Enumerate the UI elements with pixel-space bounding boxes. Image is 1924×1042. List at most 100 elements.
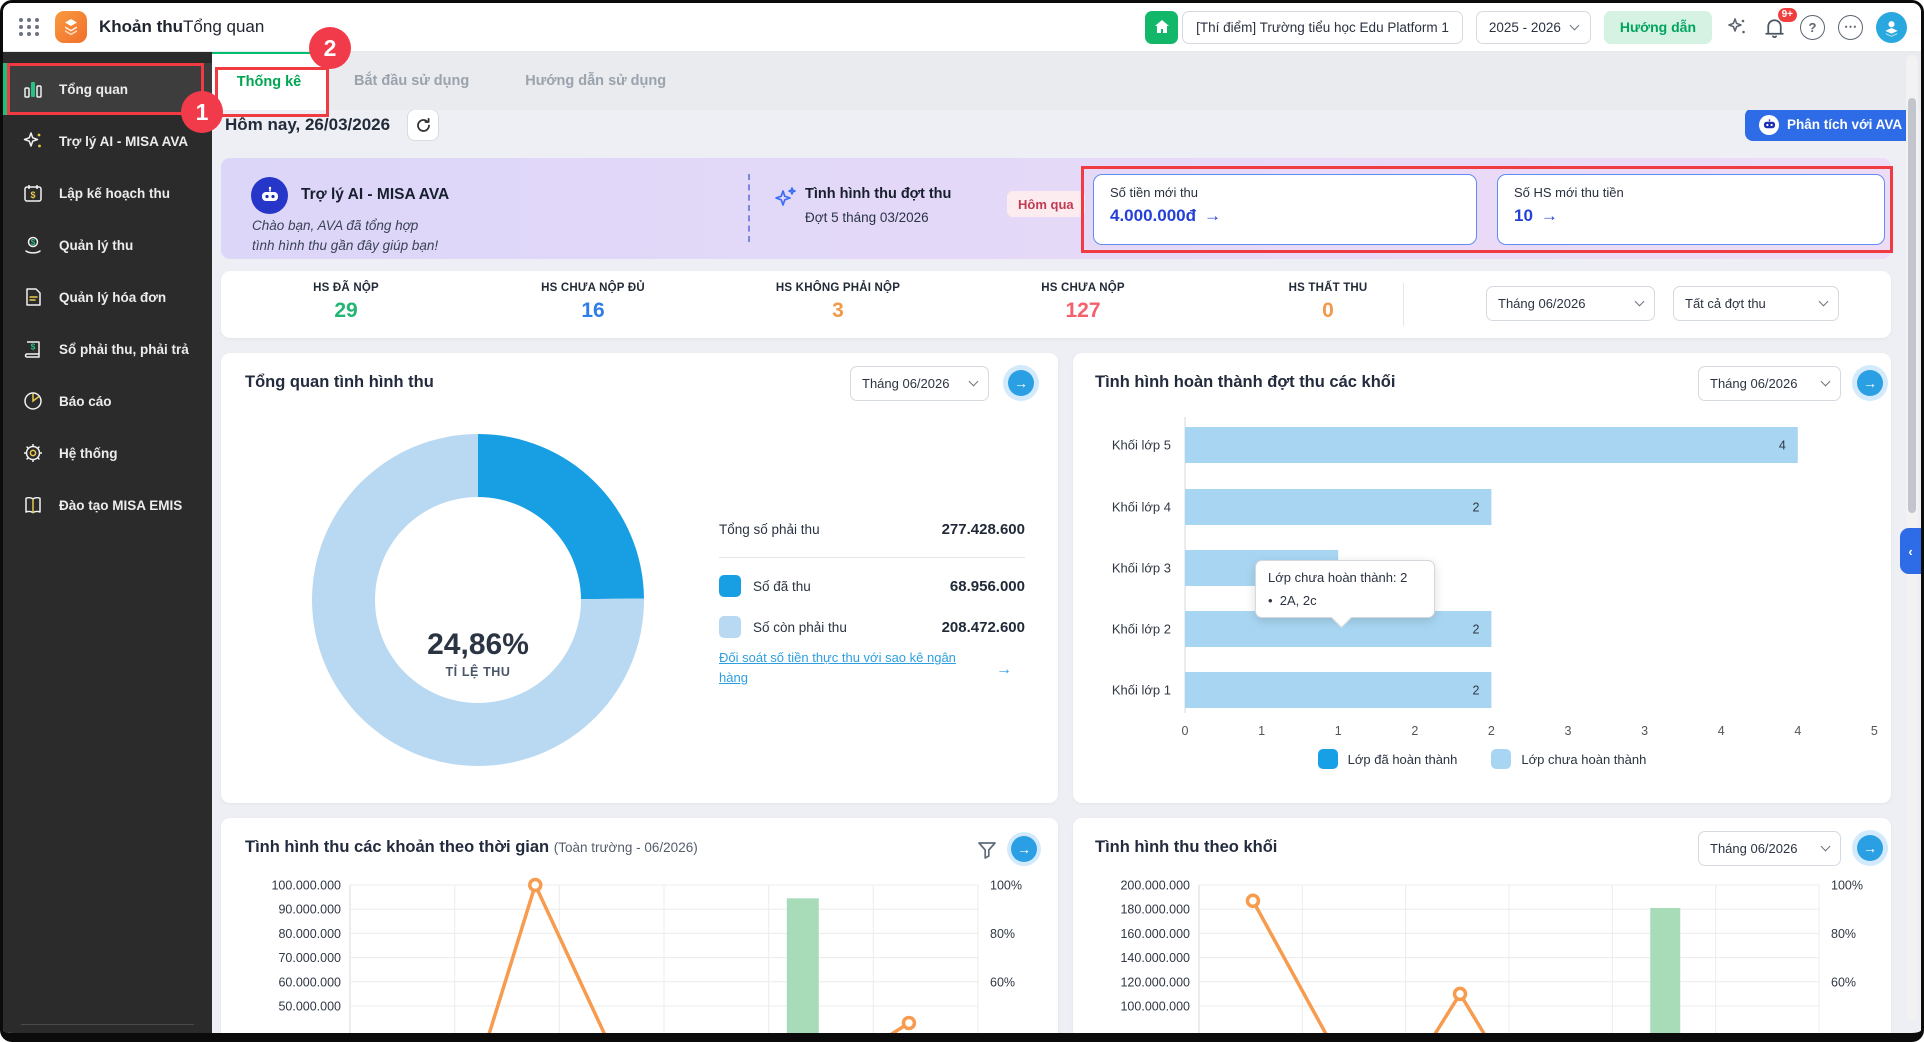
collapse-panel-tab[interactable]: ‹: [1900, 528, 1921, 574]
more-icon[interactable]: ⋯: [1838, 15, 1863, 40]
grade-chart-card: Tình hình thu theo khối Tháng 06/2026 → …: [1073, 818, 1891, 1042]
page-title: Tổng quan: [183, 17, 264, 37]
svg-text:80%: 80%: [1831, 927, 1856, 941]
tooltip-item: • 2A, 2c: [1268, 593, 1422, 608]
analyze-with-ava-button[interactable]: Phân tích với AVA: [1745, 108, 1916, 141]
collection-rate-value: 24,86%: [388, 628, 568, 662]
svg-text:$: $: [30, 190, 35, 200]
app-logo-icon: [55, 11, 87, 43]
svg-text:Khối lớp 3: Khối lớp 3: [1112, 561, 1171, 576]
top-header: Khoản thu Tổng quan [Thí điểm] Trường ti…: [3, 3, 1921, 52]
school-year-select[interactable]: 2025 - 2026: [1476, 11, 1591, 44]
remaining-swatch: [719, 616, 741, 638]
collected-row: Số đã thu 68.956.000: [719, 575, 1025, 597]
pie-chart-icon: [21, 390, 45, 412]
completion-legend: Lớp đã hoàn thành Lớp chưa hoàn thành: [1073, 749, 1891, 769]
completion-card: Tình hình hoàn thành đợt thu các khối Th…: [1073, 353, 1891, 803]
tab-bat-dau-su-dung[interactable]: Bắt đầu sử dụng: [326, 52, 497, 110]
stats-row: HS ĐÃ NỘP 29 HS CHƯA NỘP ĐỦ 16 HS KHÔNG …: [221, 271, 1891, 338]
refresh-button[interactable]: [407, 109, 439, 141]
svg-text:60%: 60%: [990, 975, 1015, 989]
sparkle-icon: [21, 130, 45, 152]
notifications-bell[interactable]: 9+: [1762, 15, 1787, 40]
remaining-row: Số còn phải thu 208.472.600: [719, 616, 1025, 638]
user-avatar[interactable]: [1876, 12, 1907, 43]
tab-huong-dan-su-dung[interactable]: Hướng dẫn sử dụng: [497, 52, 694, 110]
school-year-value: 2025 - 2026: [1489, 20, 1561, 35]
time-detail-button[interactable]: →: [1007, 832, 1041, 866]
chevron-down-icon: [1635, 297, 1645, 307]
sidebar-item-label: Quản lý hóa đơn: [59, 290, 166, 305]
sidebar-item-so-phai-thu-phai-tra[interactable]: $ Sổ phải thu, phải trả: [3, 323, 212, 375]
bank-reconcile-link[interactable]: Đối soát số tiền thực thu với sao kê ngâ…: [719, 648, 969, 688]
new-students-value: 10: [1514, 206, 1533, 226]
sidebar-item-quan-ly-thu[interactable]: $ Quản lý thu: [3, 219, 212, 271]
sidebar-item-quan-ly-hoa-don[interactable]: Quản lý hóa đơn: [3, 271, 212, 323]
apps-grid-icon[interactable]: [17, 15, 41, 39]
overview-card-title: Tổng quan tình hình thu: [245, 373, 434, 392]
bank-reconcile-arrow[interactable]: →: [996, 661, 1012, 679]
svg-text:1: 1: [1335, 724, 1342, 738]
svg-text:4: 4: [1794, 724, 1801, 738]
help-icon[interactable]: ?: [1800, 15, 1825, 40]
svg-text:60%: 60%: [1831, 975, 1856, 989]
svg-text:2: 2: [1472, 623, 1479, 637]
sidebar-item-label: Trợ lý AI - MISA AVA: [59, 134, 188, 149]
svg-text:5: 5: [1871, 724, 1878, 738]
stats-month-filter[interactable]: Tháng 06/2026: [1486, 286, 1655, 321]
collection-rate-donut: [308, 430, 648, 770]
new-students-card[interactable]: Số HS mới thu tiền 10 →: [1497, 174, 1885, 245]
ava-banner-message-2: tình hình thu gần đây giúp bạn!: [252, 238, 438, 253]
ai-sparkle-icon[interactable]: [1725, 15, 1749, 39]
total-receivable-row: Tổng số phải thu 277.428.600: [719, 521, 1025, 538]
chart-tooltip: Lớp chưa hoàn thành: 2 • 2A, 2c: [1255, 560, 1435, 618]
svg-text:160.000.000: 160.000.000: [1120, 927, 1190, 941]
overview-detail-button[interactable]: →: [1003, 365, 1039, 401]
svg-text:3: 3: [1565, 724, 1572, 738]
arrow-right-icon: →: [1204, 206, 1221, 226]
book-icon: [21, 494, 45, 516]
tab-thong-ke[interactable]: Thống kê: [212, 52, 326, 110]
sidebar-item-label: Đào tạo MISA EMIS: [59, 498, 182, 513]
ava-banner-title: Trợ lý AI - MISA AVA: [301, 186, 449, 204]
school-selector[interactable]: [Thí điểm] Trường tiểu học Edu Platform …: [1145, 11, 1463, 44]
guide-button[interactable]: Hướng dẫn: [1604, 11, 1712, 44]
grade-detail-button[interactable]: →: [1852, 830, 1888, 866]
stat-hs-khong-phai-nop: HS KHÔNG PHẢI NỘP 3: [776, 282, 900, 323]
sidebar-item-lap-ke-hoach-thu[interactable]: $ Lập kế hoạch thu: [3, 167, 212, 219]
stat-hs-da-nop: HS ĐÃ NỘP 29: [313, 282, 379, 323]
svg-text:0: 0: [1182, 724, 1189, 738]
sidebar-footer-divider: [21, 1024, 194, 1025]
sidebar-item-ai-ava[interactable]: Trợ lý AI - MISA AVA: [3, 115, 212, 167]
chevron-down-icon: [1569, 20, 1579, 30]
svg-text:2: 2: [1472, 684, 1479, 698]
tab-bar: Thống kê Bắt đầu sử dụng Hướng dẫn sử dụ…: [212, 52, 1921, 110]
notification-badge: 9+: [1778, 8, 1797, 22]
sidebar-item-dao-tao-misa-emis[interactable]: Đào tạo MISA EMIS: [3, 479, 212, 531]
date-heading: Hôm nay, 26/03/2026: [225, 115, 390, 135]
svg-text:2: 2: [1411, 724, 1418, 738]
sidebar-item-bao-cao[interactable]: Báo cáo: [3, 375, 212, 427]
completion-card-title: Tình hình hoàn thành đợt thu các khối: [1095, 373, 1395, 392]
stats-batch-filter[interactable]: Tất cả đợt thu: [1673, 286, 1839, 321]
svg-text:120.000.000: 120.000.000: [1120, 975, 1190, 989]
grade-card-title: Tình hình thu theo khối: [1095, 838, 1277, 857]
collected-swatch: [719, 575, 741, 597]
sidebar-item-he-thong[interactable]: Hệ thống: [3, 427, 212, 479]
grade-month-filter[interactable]: Tháng 06/2026: [1698, 831, 1841, 866]
completion-month-filter[interactable]: Tháng 06/2026: [1698, 366, 1841, 401]
new-money-card[interactable]: Số tiền mới thu 4.000.000đ →: [1093, 174, 1477, 245]
scrollbar-thumb[interactable]: [1908, 98, 1916, 513]
svg-text:3: 3: [1641, 724, 1648, 738]
completion-detail-button[interactable]: →: [1852, 365, 1888, 401]
tooltip-title: Lớp chưa hoàn thành: 2: [1268, 570, 1422, 585]
svg-text:100%: 100%: [990, 879, 1022, 893]
svg-text:100.000.000: 100.000.000: [1120, 1000, 1190, 1014]
annotation-step-1: 1: [181, 91, 223, 133]
legend-completed: Lớp đã hoàn thành: [1318, 749, 1458, 769]
sparkle-icon: [773, 185, 799, 211]
filter-funnel-icon[interactable]: [976, 839, 998, 861]
overview-month-filter[interactable]: Tháng 06/2026: [850, 366, 989, 401]
svg-text:2: 2: [1472, 501, 1479, 515]
grade-line-chart: 200.000.000180.000.000160.000.000140.000…: [1073, 863, 1891, 1042]
